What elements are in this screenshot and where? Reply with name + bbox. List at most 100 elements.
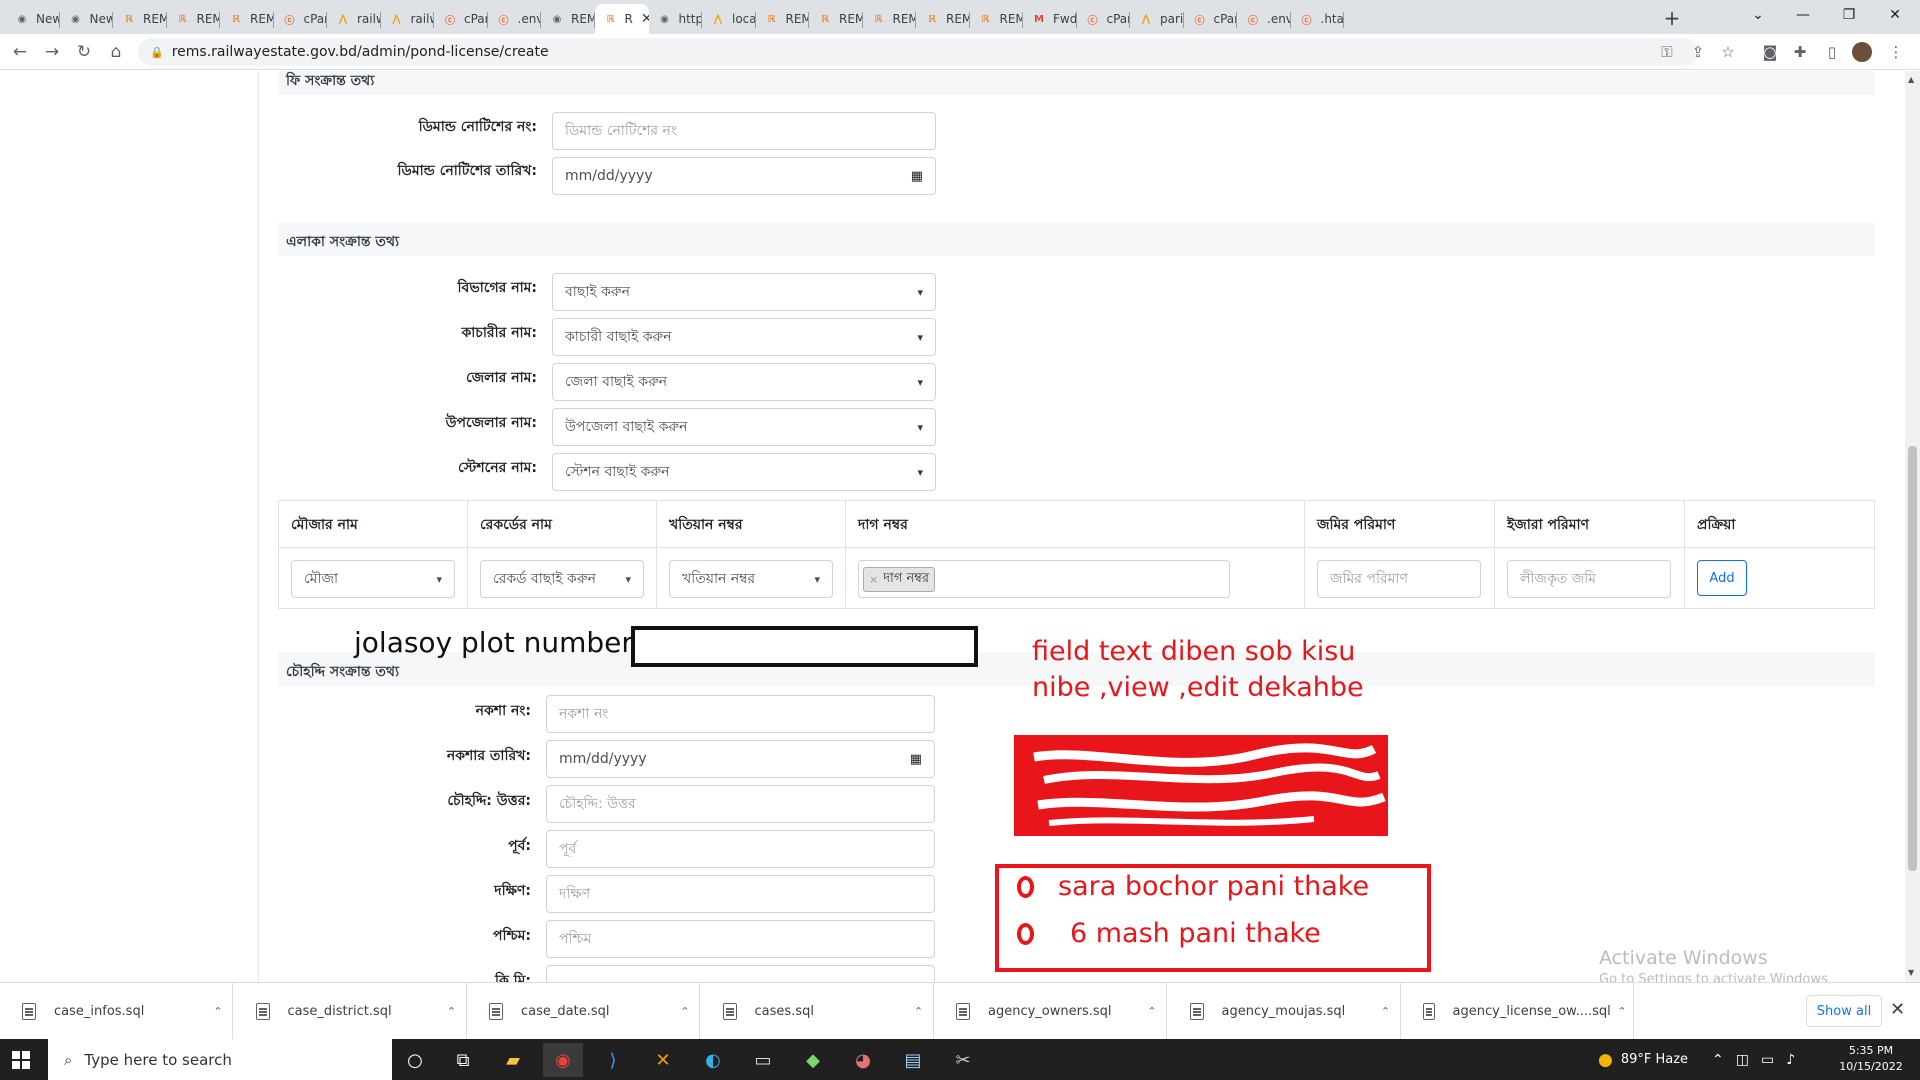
- browser-tab[interactable]: ℝ R ✕: [594, 4, 649, 34]
- kachari-select[interactable]: কাচারী বাছাই করুন ▾: [552, 318, 936, 356]
- division-select[interactable]: বাছাই করুন ▾: [552, 273, 936, 311]
- chevron-up-icon[interactable]: ⌃: [671, 1005, 699, 1018]
- station-select[interactable]: স্টেশন বাছাই করুন ▾: [552, 453, 936, 491]
- browser-tab[interactable]: ◉ New: [60, 4, 113, 34]
- east-input[interactable]: পূর্ব: [546, 830, 935, 868]
- download-item[interactable]: case_date.sql ⌃: [467, 983, 700, 1040]
- browser-tab[interactable]: ⋀ parit: [1130, 4, 1184, 34]
- avatar[interactable]: [1852, 42, 1872, 62]
- weather-widget[interactable]: ● 89°F Haze: [1598, 1039, 1688, 1080]
- camera-icon[interactable]: ◙: [1758, 40, 1782, 64]
- khatian-select[interactable]: খতিয়ান নম্বর ▾: [669, 560, 833, 598]
- snipping-tool-icon[interactable]: ✂: [943, 1043, 983, 1077]
- share-icon[interactable]: ⇪: [1686, 40, 1710, 64]
- browser-tab[interactable]: ◉ http:: [649, 4, 702, 34]
- download-item[interactable]: case_infos.sql ⌃: [0, 983, 233, 1040]
- dag-multiselect[interactable]: × দাগ নম্বর: [858, 560, 1230, 598]
- browser-tab[interactable]: ⓒ .htac: [1291, 4, 1344, 34]
- task-view-icon[interactable]: ⧉: [443, 1043, 483, 1077]
- browser-tab[interactable]: ⋀ local: [702, 4, 756, 34]
- browser-tab[interactable]: ⓒ cPan: [434, 4, 488, 34]
- tab-search-chevron-icon[interactable]: ⌄: [1735, 0, 1781, 30]
- close-icon[interactable]: ✕: [1890, 999, 1905, 1020]
- back-arrow-icon[interactable]: ←: [8, 40, 32, 64]
- minimize-button[interactable]: —: [1780, 0, 1826, 30]
- map-date-input[interactable]: mm/dd/yyyy ▦: [546, 740, 935, 778]
- show-all-button[interactable]: Show all: [1806, 995, 1882, 1027]
- restore-button[interactable]: ❐: [1826, 0, 1872, 30]
- browser-tab[interactable]: ⋀ railw: [381, 4, 434, 34]
- browser-tab[interactable]: ⓒ cPan: [1184, 4, 1237, 34]
- north-input[interactable]: চৌহদ্দি: উত্তর: [546, 785, 935, 823]
- window-close-button[interactable]: ✕: [1872, 0, 1918, 30]
- map-no-input[interactable]: নকশা নং: [546, 695, 935, 733]
- forward-arrow-icon[interactable]: →: [40, 40, 64, 64]
- browser-tab[interactable]: ℝ REM: [809, 4, 863, 34]
- chevron-up-icon[interactable]: ⌃: [1611, 1005, 1633, 1018]
- browser-tab[interactable]: ⓒ cPan: [274, 4, 327, 34]
- vscode-icon[interactable]: ⟩: [593, 1043, 633, 1077]
- browser-tab[interactable]: ℝ REM: [113, 4, 167, 34]
- download-item[interactable]: case_district.sql ⌃: [234, 983, 467, 1040]
- windows-start-icon[interactable]: [12, 1051, 30, 1069]
- chevron-up-icon[interactable]: ⌃: [204, 1005, 232, 1018]
- edge-icon[interactable]: ◐: [693, 1043, 733, 1077]
- new-tab-button[interactable]: +: [1658, 5, 1686, 31]
- browser-tab[interactable]: ⓒ cPan: [1077, 4, 1130, 34]
- browser-tab[interactable]: ⓒ .env: [1237, 4, 1291, 34]
- chevron-up-icon[interactable]: ⌃: [905, 1005, 933, 1018]
- browser-tab[interactable]: ⋀ railw: [327, 4, 381, 34]
- reload-icon[interactable]: ↻: [72, 40, 96, 64]
- west-input[interactable]: পশ্চিম: [546, 920, 935, 958]
- page-scrollbar[interactable]: ▲ ▼: [1905, 71, 1920, 982]
- cortana-circle-icon[interactable]: ○: [395, 1043, 435, 1077]
- chrome-taskbar-icon[interactable]: ◉: [543, 1043, 583, 1077]
- browser-tab[interactable]: ◉ New: [6, 4, 60, 34]
- network-icon[interactable]: ▭: [1761, 1052, 1774, 1068]
- file-explorer-icon[interactable]: ▰: [493, 1043, 533, 1077]
- tab-close-icon[interactable]: ✕: [641, 11, 649, 27]
- key-icon[interactable]: ⚿: [1655, 40, 1679, 64]
- mouza-select[interactable]: মৌজা ▾: [291, 560, 455, 598]
- browser-tab[interactable]: ◉ REM: [541, 4, 595, 34]
- scroll-up-arrow-icon[interactable]: ▲: [1908, 75, 1914, 84]
- paint-icon[interactable]: ◕: [843, 1043, 883, 1077]
- terminal-icon[interactable]: ▭: [743, 1043, 783, 1077]
- tray-app-icon[interactable]: ◫: [1736, 1052, 1749, 1068]
- menu-kebab-icon[interactable]: ⋮: [1884, 40, 1908, 64]
- volume-icon[interactable]: ♪: [1786, 1052, 1795, 1068]
- notepad-icon[interactable]: ▤: [893, 1043, 933, 1077]
- xampp-icon[interactable]: ✕: [643, 1043, 683, 1077]
- taskbar-clock[interactable]: 5:35 PM 10/15/2022: [1836, 1043, 1906, 1075]
- district-select[interactable]: জেলা বাছাই করুন ▾: [552, 363, 936, 401]
- browser-tab[interactable]: ℝ REM: [220, 4, 274, 34]
- browser-tab[interactable]: M Fwd:: [1023, 4, 1077, 34]
- land-amount-input[interactable]: জমির পরিমাণ: [1317, 560, 1481, 598]
- remove-tag-icon[interactable]: ×: [869, 573, 878, 586]
- home-icon[interactable]: ⌂: [104, 40, 128, 64]
- south-input[interactable]: দক্ষিণ: [546, 875, 935, 913]
- taskbar-search-input[interactable]: ⌕ Type here to search: [48, 1039, 392, 1080]
- chevron-up-icon[interactable]: ⌃: [1138, 1005, 1166, 1018]
- browser-tab[interactable]: ⓒ .env: [488, 4, 541, 34]
- browser-tab[interactable]: ℝ REM: [970, 4, 1023, 34]
- chevron-up-icon[interactable]: ⌃: [1372, 1005, 1400, 1018]
- lease-amount-input[interactable]: লীজকৃত জমি: [1507, 560, 1671, 598]
- extensions-icon[interactable]: ✚: [1788, 40, 1812, 64]
- side-panel-icon[interactable]: ▯: [1820, 40, 1844, 64]
- next-field-input[interactable]: [546, 965, 935, 982]
- dag-tag[interactable]: × দাগ নম্বর: [863, 566, 936, 592]
- demand-no-input[interactable]: ডিমান্ড নোটিশের নং: [552, 112, 936, 150]
- add-button[interactable]: Add: [1697, 560, 1747, 596]
- bookmark-star-icon[interactable]: ☆: [1716, 40, 1740, 64]
- demand-date-input[interactable]: mm/dd/yyyy ▦: [552, 157, 936, 195]
- download-item[interactable]: agency_moujas.sql ⌃: [1168, 983, 1401, 1040]
- browser-tab[interactable]: ℝ REM: [916, 4, 970, 34]
- address-bar[interactable]: 🔒 rems.railwayestate.gov.bd/admin/pond-l…: [138, 38, 1698, 66]
- chevron-up-icon[interactable]: ⌃: [438, 1005, 466, 1018]
- git-icon[interactable]: ◆: [793, 1043, 833, 1077]
- browser-tab[interactable]: ℝ REM: [863, 4, 916, 34]
- upazila-select[interactable]: উপজেলা বাছাই করুন ▾: [552, 408, 936, 446]
- calendar-icon[interactable]: ▦: [910, 752, 922, 767]
- scrollbar-thumb[interactable]: [1908, 446, 1917, 871]
